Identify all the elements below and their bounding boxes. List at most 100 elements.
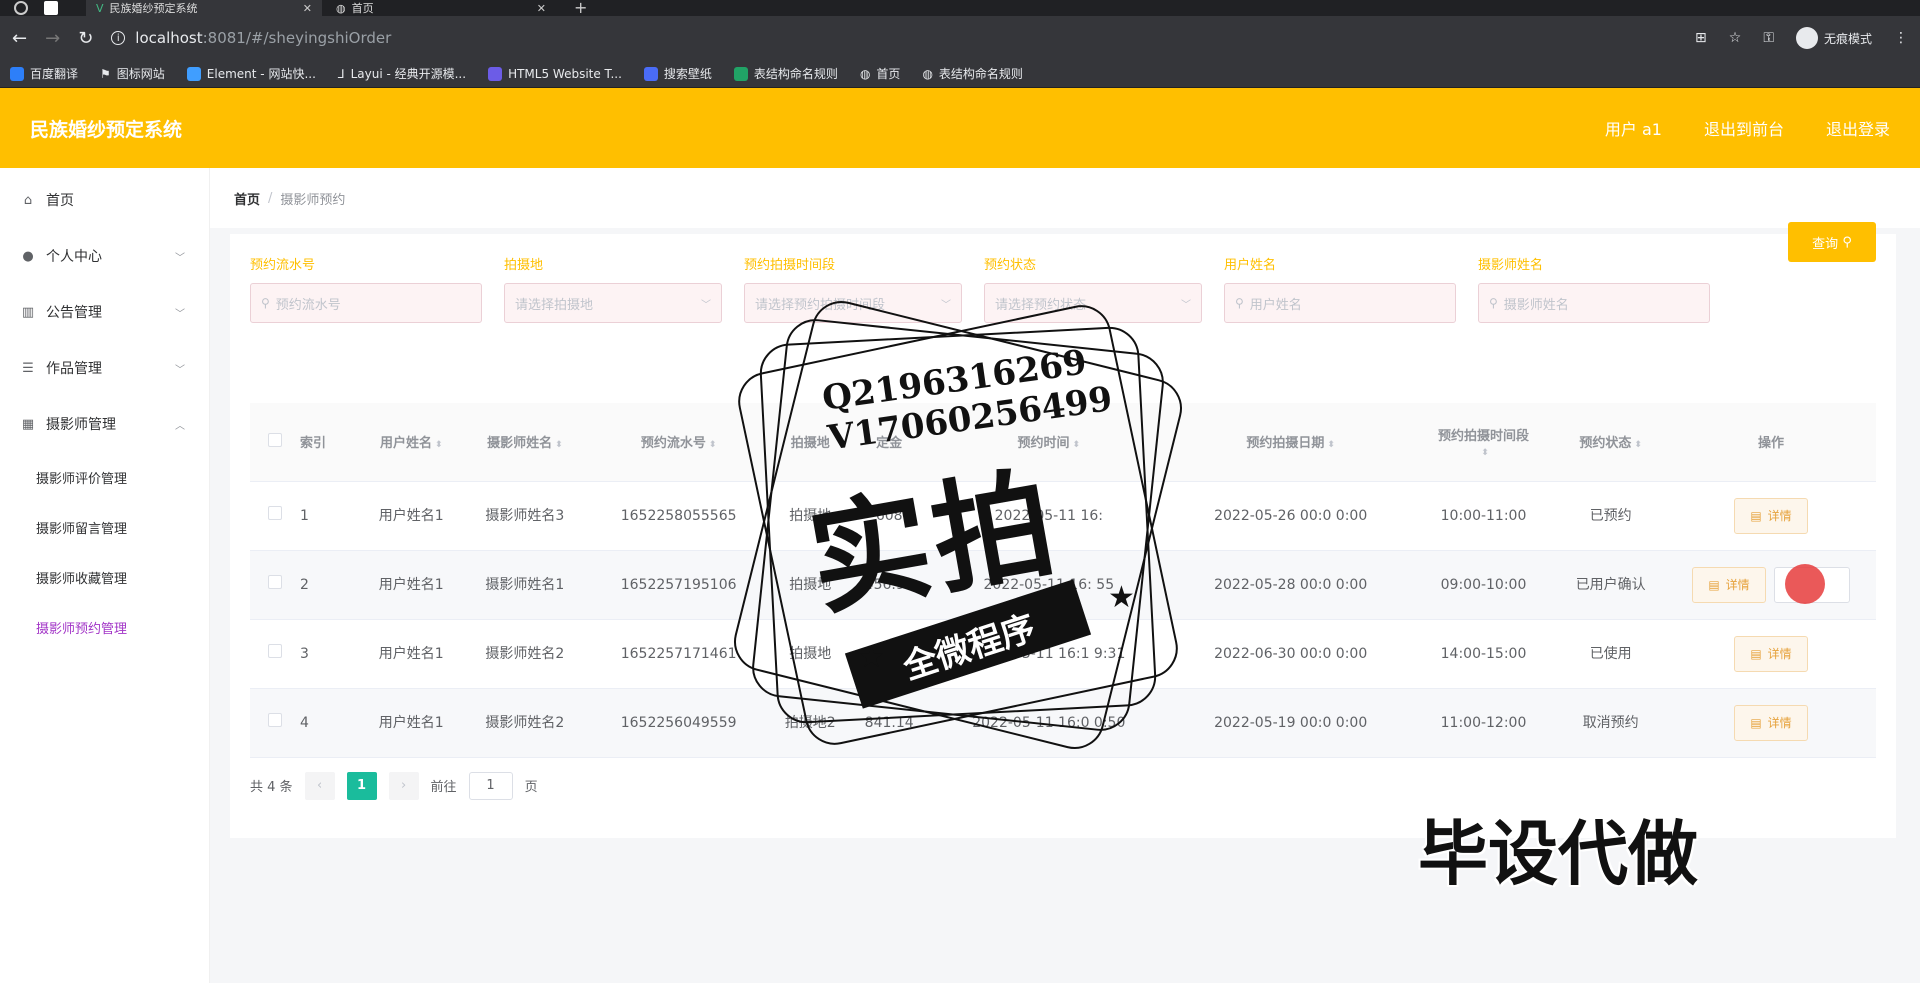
row-checkbox-cell [250,481,300,551]
prev-page-icon[interactable]: ‹ [304,771,335,800]
row-checkbox[interactable] [268,643,282,658]
document-icon: ▤ [1750,646,1762,661]
goto-prefix: 前往 [430,780,457,795]
bookmark-item[interactable]: ⚑ 图标网站 [100,65,165,82]
detail-button[interactable]: ▤ 详情 [1734,497,1808,534]
cell-slot: 09:00-10:00 [1411,550,1556,620]
cell-time: 2022-05-11 16: [927,481,1170,551]
detail-button[interactable]: ▤ 详情 [1692,566,1766,603]
key-icon[interactable]: ⚿ [1763,30,1774,46]
close-tab-icon[interactable]: ✕ [537,2,546,15]
incognito-badge[interactable]: 无痕模式 [1795,27,1872,49]
sidebar-item-photographer[interactable]: ▦ 摄影师管理 ︿ [0,396,209,452]
pagination-total: 共 4 条 [250,780,293,795]
tab-active[interactable]: V 民族婚纱预定系统 ✕ [86,0,322,16]
bookmark-item[interactable]: 表结构命名规则 [733,65,838,82]
forward-icon[interactable]: → [45,28,60,49]
photographer-name-input[interactable]: ⚲ 摄影师姓名 [1478,283,1710,323]
place-select[interactable]: 请选择拍摄地 ﹀ [504,283,722,323]
chevron-down-icon: ﹀ [941,299,951,311]
select-all-checkbox[interactable] [268,432,282,447]
row-checkbox[interactable] [268,574,282,589]
sidebar-sub-favorite[interactable]: 摄影师收藏管理 [0,552,209,602]
cell-place: 拍摄地 [770,481,851,551]
status-select[interactable]: 请选择预约状态 ﹀ [984,283,1202,323]
select-all-cell [250,403,300,482]
breadcrumb: 首页 / 摄影师预约 [210,168,1920,228]
more-icon[interactable]: ⋮ [1894,30,1908,46]
window-icon[interactable] [44,1,58,15]
sidebar-sub-message[interactable]: 摄影师留言管理 [0,502,209,552]
new-tab-icon[interactable]: + [574,0,587,17]
element-icon [186,66,201,81]
search-icon: ⚲ [1235,296,1244,310]
sidebar-sub-order[interactable]: 摄影师预约管理 [0,602,209,652]
info-icon[interactable]: i [111,31,126,45]
row-checkbox[interactable] [268,505,282,520]
detail-button[interactable]: ▤ 详情 [1734,704,1808,741]
sidebar: ⌂ 首页 ● 个人中心 ﹀ ▥ 公告管理 ﹀ ☰ 作品管理 ﹀ ▦ 摄影师管理 ︿ 摄影师评价管理… [0,168,210,983]
bookmark-item[interactable]: ⅃ Layui - 经典开源模... [338,65,466,82]
detail-button[interactable]: ▤ 详情 [1734,635,1808,672]
browser-tab-bar: V 民族婚纱预定系统 ✕ ◍ 首页 ✕ + [0,0,1920,17]
col-slot[interactable]: 预约拍摄时间段 ⬍ [1411,403,1556,482]
cell-date: 2022-05-28 00:0 0:00 [1169,550,1412,620]
sheet-icon [733,66,748,81]
sidebar-item-works[interactable]: ☰ 作品管理 ﹀ [0,340,209,396]
cursor-indicator [1784,563,1825,604]
reload-icon[interactable]: ↻ [78,28,93,49]
sidebar-item-home[interactable]: ⌂ 首页 [0,172,209,228]
star-icon[interactable]: ☆ [1729,30,1742,46]
query-button[interactable]: 查询 ⚲ [1788,222,1876,262]
url-field[interactable]: i localhost:8081/#/sheyingshiOrder [111,23,1695,53]
tab-second[interactable]: ◍ 首页 ✕ [326,0,556,16]
close-tab-icon[interactable]: ✕ [303,2,312,15]
breadcrumb-home[interactable]: 首页 [234,189,260,208]
col-place[interactable]: 拍摄地 [770,403,851,482]
goto-page-input[interactable]: 1 [468,771,513,800]
bookmark-item[interactable]: HTML5 Website T... [488,66,622,81]
sidebar-sub-review[interactable]: 摄影师评价管理 [0,452,209,502]
url-host: localhost [135,29,203,47]
col-time[interactable]: 预约时间 ⬍ [927,403,1170,482]
cell-user: 用户姓名1 [360,688,463,758]
bookmark-item[interactable]: 搜索壁纸 [643,65,712,82]
col-date[interactable]: 预约拍摄日期 ⬍ [1169,403,1412,482]
col-serial[interactable]: 预约流水号 ⬍ [587,403,771,482]
sidebar-item-profile[interactable]: ● 个人中心 ﹀ [0,228,209,284]
cell-time: 2022-05-11 16:1 9:31 [927,619,1170,689]
col-deposit[interactable]: 定金 [850,403,928,482]
sidebar-item-notice[interactable]: ▥ 公告管理 ﹀ [0,284,209,340]
col-user[interactable]: 用户姓名 ⬍ [360,403,463,482]
browser-menu-icon[interactable] [14,1,28,15]
page-number[interactable]: 1 [346,771,377,800]
serial-input[interactable]: ⚲ 预约流水号 [250,283,482,323]
next-page-icon[interactable]: › [388,771,419,800]
confirm-button[interactable] [1773,563,1850,604]
bookmark-item[interactable]: ◍ 首页 [860,65,901,82]
search-icon: ⚲ [1489,296,1498,310]
row-checkbox-cell [250,688,300,758]
user-name-input[interactable]: ⚲ 用户姓名 [1224,283,1456,323]
cell-status: 已使用 [1555,619,1666,689]
cell-slot: 14:00-15:00 [1411,619,1556,689]
logout-link[interactable]: 退出登录 [1826,116,1890,140]
bookmark-item[interactable]: 百度翻译 [10,65,78,82]
col-photographer[interactable]: 摄影师姓名 ⬍ [462,403,588,482]
translate-icon[interactable]: ⊞ [1695,30,1707,46]
cell-user: 用户姓名1 [360,550,463,620]
vue-icon: V [96,1,104,15]
cell-actions: ▤ 详情 [1666,688,1876,758]
address-bar: ← → ↻ i localhost:8081/#/sheyingshiOrder… [0,16,1920,60]
cell-photographer: 摄影师姓名1 [462,550,588,620]
back-icon[interactable]: ← [12,28,27,49]
slot-select[interactable]: 请选择预约拍摄时间段 ﹀ [744,283,962,323]
col-status[interactable]: 预约状态 ⬍ [1555,403,1666,482]
back-to-front-link[interactable]: 退出到前台 [1704,116,1784,140]
bookmark-item[interactable]: Element - 网站快... [186,65,316,82]
document-icon: ▤ [1708,577,1720,592]
bookmark-item[interactable]: ◍ 表结构命名规则 [922,65,1023,82]
row-checkbox[interactable] [268,712,282,727]
photographer-name-label: 摄影师姓名 [1478,258,1544,273]
watermark-caption: 毕设代做 [1418,813,1698,895]
